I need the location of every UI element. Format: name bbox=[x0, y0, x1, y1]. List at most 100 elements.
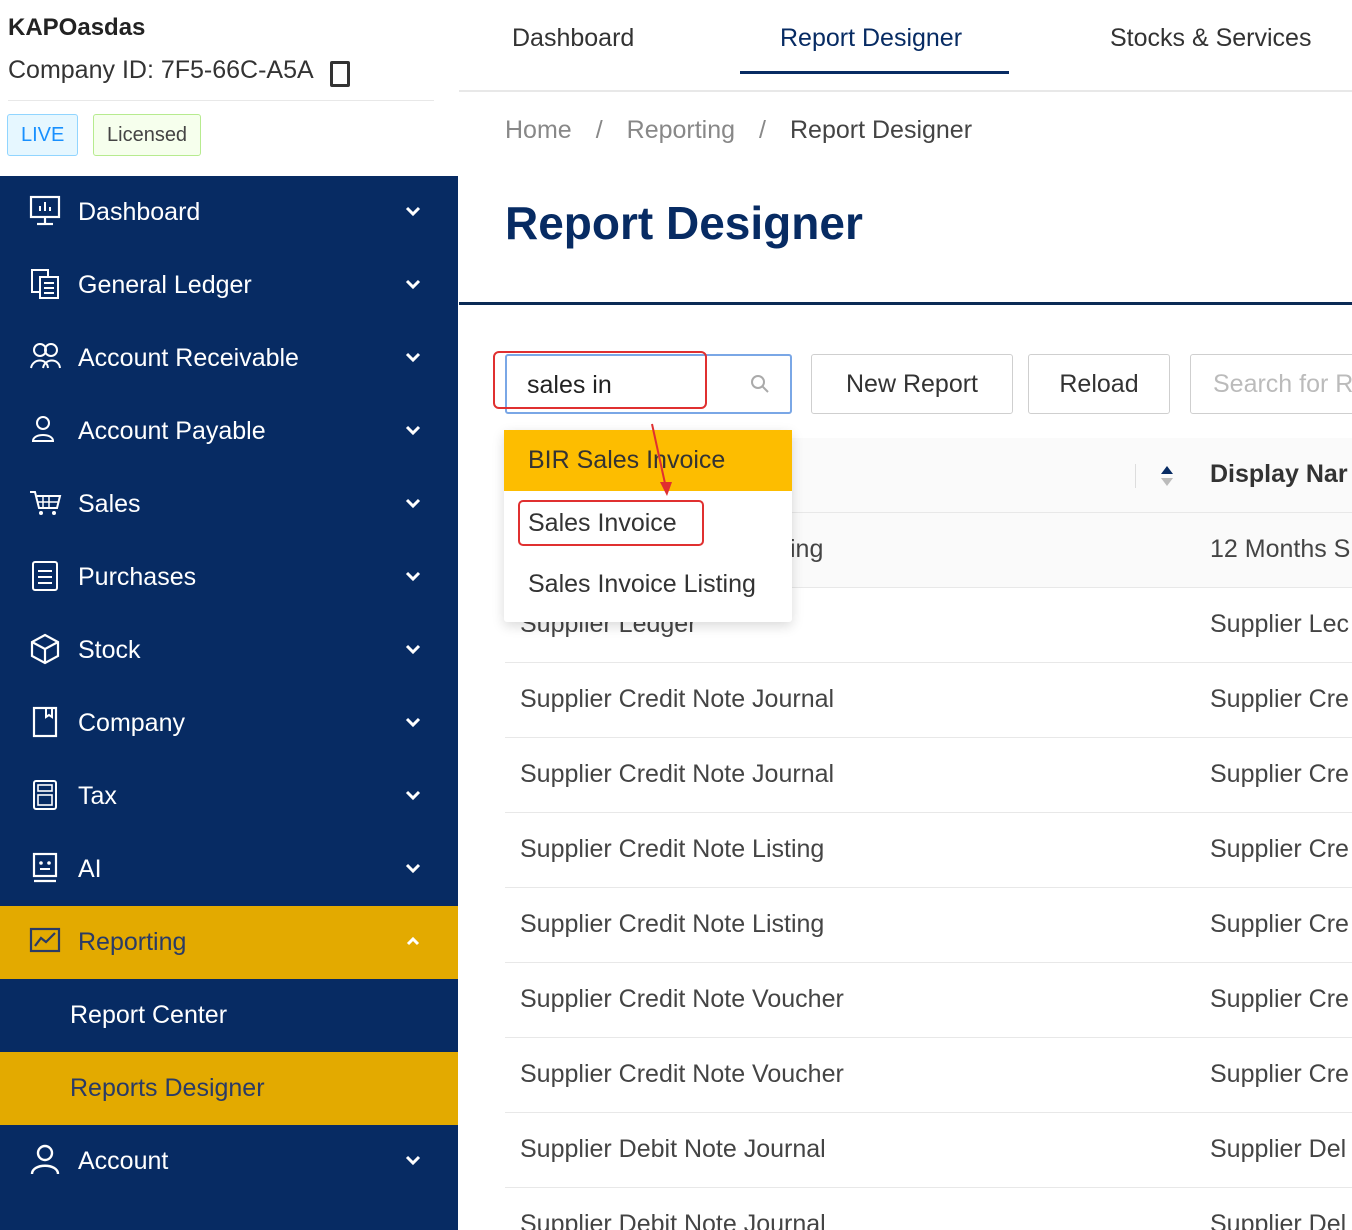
autocomplete-option[interactable]: Sales Invoice bbox=[504, 493, 792, 554]
sidebar-nav: Dashboard General Ledger Account Receiva… bbox=[0, 176, 458, 1230]
sidebar-item-ai[interactable]: AI bbox=[0, 833, 458, 906]
divider bbox=[459, 302, 1352, 305]
cell-report-name: Supplier Debit Note Journal bbox=[520, 1135, 826, 1163]
cell-display-name: Supplier Cre bbox=[1210, 985, 1349, 1013]
sidebar-item-label: Account Payable bbox=[78, 417, 266, 445]
sidebar-subitem-label: Reports Designer bbox=[70, 1074, 265, 1102]
search-field[interactable]: Search for R bbox=[1190, 354, 1352, 414]
cell-report-name: Supplier Credit Note Listing bbox=[520, 910, 825, 938]
sidebar-item-company[interactable]: Company bbox=[0, 687, 458, 760]
sidebar-item-reporting[interactable]: Reporting bbox=[0, 906, 458, 979]
sidebar-item-label: Stock bbox=[78, 636, 141, 664]
chevron-down-icon bbox=[405, 644, 421, 655]
cell-display-name: Supplier Cre bbox=[1210, 1060, 1349, 1088]
company-name: KAPOasdas bbox=[8, 14, 146, 41]
autocomplete-dropdown: BIR Sales Invoice Sales Invoice Sales In… bbox=[504, 430, 792, 622]
chevron-down-icon bbox=[405, 352, 421, 363]
sidebar-item-purchases[interactable]: Purchases bbox=[0, 541, 458, 614]
sidebar-subitem-reports-designer[interactable]: Reports Designer bbox=[0, 1052, 458, 1125]
chevron-up-icon bbox=[406, 936, 420, 946]
cell-report-name: ing bbox=[790, 535, 824, 563]
ledger-icon bbox=[31, 269, 59, 299]
sidebar-subitem-label: Report Center bbox=[70, 1001, 228, 1029]
cell-display-name: Supplier Cre bbox=[1210, 760, 1349, 788]
active-tab-indicator bbox=[740, 71, 1009, 74]
book-icon bbox=[32, 706, 58, 738]
table-row[interactable]: Supplier Credit Note Journal Supplier Cre bbox=[505, 738, 1352, 813]
cell-report-name: Supplier Credit Note Voucher bbox=[520, 985, 844, 1013]
chevron-down-icon bbox=[405, 425, 421, 436]
chevron-down-icon bbox=[405, 863, 421, 874]
chevron-down-icon bbox=[405, 571, 421, 582]
cell-display-name: Supplier Del bbox=[1210, 1135, 1347, 1163]
user-icon bbox=[30, 1144, 60, 1175]
sidebar-item-sales[interactable]: Sales bbox=[0, 468, 458, 541]
reload-button[interactable]: Reload bbox=[1028, 354, 1170, 414]
sidebar-item-label: Reporting bbox=[78, 928, 187, 956]
sidebar-item-dashboard[interactable]: Dashboard bbox=[0, 176, 458, 249]
table-row[interactable]: Supplier Credit Note Voucher Supplier Cre bbox=[505, 963, 1352, 1038]
sidebar-item-tax[interactable]: Tax bbox=[0, 760, 458, 833]
top-navigation: Dashboard Report Designer Stocks & Servi… bbox=[459, 0, 1352, 92]
sidebar-item-label: Account Receivable bbox=[78, 344, 299, 372]
sidebar-item-label: Tax bbox=[78, 782, 117, 810]
tab-stocks-services[interactable]: Stocks & Services bbox=[1110, 24, 1311, 53]
cell-display-name: Supplier Del bbox=[1210, 1210, 1347, 1230]
sidebar-item-label: Sales bbox=[78, 490, 141, 518]
table-row[interactable]: Supplier Credit Note Listing Supplier Cre bbox=[505, 888, 1352, 963]
sidebar-item-label: Dashboard bbox=[78, 198, 201, 226]
column-header-display-name[interactable]: Display Nar bbox=[1210, 460, 1348, 489]
table-row[interactable]: Supplier Debit Note Journal Supplier Del bbox=[505, 1188, 1352, 1230]
cell-report-name: Supplier Credit Note Journal bbox=[520, 685, 835, 713]
live-badge: LIVE bbox=[7, 114, 79, 156]
breadcrumb-home[interactable]: Home bbox=[505, 116, 572, 145]
ai-icon bbox=[32, 852, 58, 883]
sidebar-item-label: Company bbox=[78, 709, 185, 737]
search-icon[interactable] bbox=[748, 372, 772, 396]
chevron-down-icon bbox=[405, 279, 421, 290]
breadcrumb-reporting[interactable]: Reporting bbox=[627, 116, 735, 145]
chevron-down-icon bbox=[405, 1155, 421, 1166]
autocomplete-option[interactable]: BIR Sales Invoice bbox=[504, 430, 792, 491]
chevron-down-icon bbox=[405, 790, 421, 801]
document-icon bbox=[32, 561, 58, 591]
sidebar-item-label: General Ledger bbox=[78, 271, 252, 299]
sidebar-item-general-ledger[interactable]: General Ledger bbox=[0, 249, 458, 322]
sidebar-subitem-report-center[interactable]: Report Center bbox=[0, 979, 458, 1052]
sidebar-item-account[interactable]: Account bbox=[0, 1125, 458, 1198]
cell-display-name: Supplier Cre bbox=[1210, 835, 1349, 863]
calculator-icon bbox=[33, 780, 57, 810]
sidebar: KAPOasdas Company ID: 7F5-66C-A5A LIVE L… bbox=[0, 0, 458, 1230]
sidebar-item-account-receivable[interactable]: Account Receivable bbox=[0, 322, 458, 395]
box-icon bbox=[30, 633, 60, 665]
cell-display-name: Supplier Lec bbox=[1210, 610, 1349, 638]
sidebar-item-account-payable[interactable]: Account Payable bbox=[0, 395, 458, 468]
sidebar-item-label: Account bbox=[78, 1147, 169, 1175]
cart-icon bbox=[30, 491, 62, 515]
cell-display-name: 12 Months S bbox=[1210, 535, 1351, 563]
new-report-button[interactable]: New Report bbox=[811, 354, 1013, 414]
table-row[interactable]: Supplier Debit Note Journal Supplier Del bbox=[505, 1113, 1352, 1188]
table-row[interactable]: Supplier Credit Note Voucher Supplier Cre bbox=[505, 1038, 1352, 1113]
cell-report-name: Supplier Credit Note Journal bbox=[520, 760, 835, 788]
sidebar-item-label: Purchases bbox=[78, 563, 197, 591]
sidebar-item-stock[interactable]: Stock bbox=[0, 614, 458, 687]
cell-report-name: Supplier Credit Note Voucher bbox=[520, 1060, 844, 1088]
line-chart-icon bbox=[29, 927, 61, 953]
tab-dashboard[interactable]: Dashboard bbox=[512, 24, 634, 53]
chevron-down-icon bbox=[405, 206, 421, 217]
copy-icon[interactable] bbox=[328, 57, 350, 87]
company-id: Company ID: 7F5-66C-A5A bbox=[8, 56, 350, 87]
column-divider bbox=[1135, 464, 1136, 488]
table-row[interactable]: Supplier Credit Note Listing Supplier Cre bbox=[505, 813, 1352, 888]
handshake-icon bbox=[30, 343, 61, 369]
report-search-input[interactable] bbox=[527, 368, 737, 402]
sidebar-item-label: AI bbox=[78, 855, 102, 883]
page-title: Report Designer bbox=[505, 197, 863, 249]
sort-icon[interactable] bbox=[1157, 462, 1177, 490]
cell-report-name: Supplier Debit Note Journal bbox=[520, 1210, 826, 1230]
autocomplete-option[interactable]: Sales Invoice Listing bbox=[504, 554, 792, 615]
table-row[interactable]: Supplier Credit Note Journal Supplier Cre bbox=[505, 663, 1352, 738]
company-id-text: Company ID: 7F5-66C-A5A bbox=[8, 56, 314, 84]
tab-report-designer[interactable]: Report Designer bbox=[780, 24, 962, 53]
